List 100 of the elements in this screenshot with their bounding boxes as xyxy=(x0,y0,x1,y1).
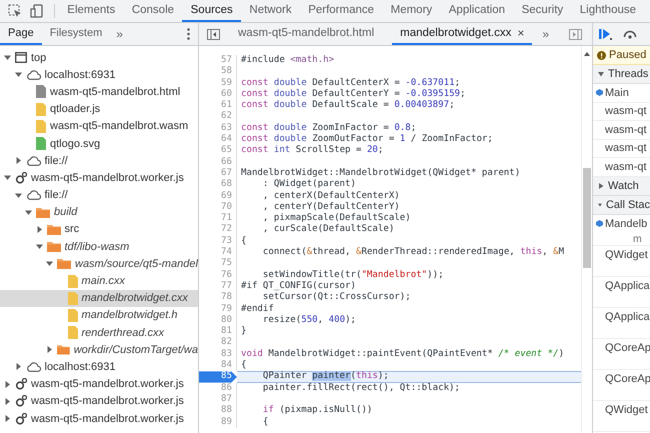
debugger-list-item[interactable]: QApplica xyxy=(593,308,650,338)
expanded-arrow-icon[interactable] xyxy=(14,71,22,78)
cloud-icon xyxy=(26,362,40,372)
current-marker-icon xyxy=(596,89,602,96)
tree-item[interactable]: wasm-qt5-mandelbrot.html xyxy=(0,83,198,101)
code-line: , centerY(DefaultCenterY) xyxy=(262,202,401,213)
line-number: 81 xyxy=(199,326,237,338)
panel-tab[interactable]: Console xyxy=(124,0,182,22)
debugger-list-item[interactable]: QCoreAp xyxy=(593,370,650,400)
line-number: 89 xyxy=(199,416,237,428)
tree-item[interactable]: wasm-qt5-mandelbrot.wasm xyxy=(0,118,198,135)
section-header[interactable]: Call Stac xyxy=(593,196,650,214)
line-number: 78 xyxy=(199,292,237,304)
close-tab-button[interactable]: × xyxy=(517,26,524,40)
tree-item[interactable]: wasm-qt5-mandelbrot.worker.js xyxy=(0,392,198,410)
code-line: setWindowTitle(tr("Mandelbrot")); xyxy=(262,270,445,281)
file-tab[interactable]: mandelbrotwidget.cxx × xyxy=(392,23,532,45)
tree-item[interactable]: mandelbrotwidget.cxx xyxy=(0,290,198,307)
device-toolbar-icon[interactable] xyxy=(30,4,44,18)
expanded-arrow-icon[interactable] xyxy=(4,54,11,62)
tree-item[interactable]: tdf/libo-wasm xyxy=(0,238,198,256)
expanded-arrow-icon[interactable] xyxy=(46,260,53,268)
tree-item[interactable]: main.cxx xyxy=(0,272,198,290)
debugger-list-item[interactable]: wasm-qt xyxy=(593,102,650,121)
more-options-icon[interactable] xyxy=(187,28,190,40)
more-tabs-button[interactable]: » xyxy=(110,23,129,45)
debugger-list-item[interactable]: QCoreAp xyxy=(593,338,650,370)
collapsed-arrow-icon[interactable] xyxy=(36,226,42,233)
tree-item[interactable]: wasm-qt5-mandelbrot.worker.js xyxy=(0,410,198,428)
tree-item[interactable]: localhost:6931 xyxy=(0,66,198,84)
scrollbar-thumb[interactable] xyxy=(583,168,591,268)
debugger-list-item[interactable]: wasm-qt xyxy=(593,121,650,140)
more-tabs-button[interactable]: » xyxy=(542,23,550,45)
toggle-navigator-icon[interactable] xyxy=(207,28,220,40)
expanded-arrow-icon[interactable] xyxy=(36,243,42,250)
tree-item[interactable]: file:// xyxy=(0,186,198,204)
collapsed-arrow-icon[interactable] xyxy=(14,157,22,164)
file-tab[interactable]: wasm-qt5-mandelbrot.html xyxy=(230,23,382,45)
code-line: , pixmapScale(DefaultScale) xyxy=(262,213,412,224)
expanded-arrow-icon[interactable] xyxy=(4,174,11,182)
line-number: 69 xyxy=(199,190,237,202)
line-number: 72 xyxy=(199,224,237,236)
folder-icon xyxy=(46,224,60,235)
panel-tab[interactable]: Memory xyxy=(382,0,440,22)
code-line: { xyxy=(240,360,248,372)
tree-item[interactable]: localhost:6931 xyxy=(0,358,198,376)
paused-message: Paused xyxy=(609,49,646,61)
step-over-icon[interactable] xyxy=(623,29,637,39)
expanded-arrow-icon[interactable] xyxy=(25,208,32,216)
resume-icon[interactable] xyxy=(599,28,613,40)
panel-tab[interactable]: Security xyxy=(513,0,572,22)
code-line: if (pixmap.isNull()) xyxy=(262,405,374,416)
panel-tab[interactable]: Network xyxy=(241,0,300,22)
navigator-tab[interactable]: Filesystem xyxy=(42,23,110,45)
line-number: 77 xyxy=(199,280,237,292)
tree-item[interactable]: workdir/CustomTarget/wa xyxy=(0,341,198,358)
tree-item[interactable]: wasm-qt5-mandelbrot.worker.js xyxy=(0,376,198,393)
code-line: painter.fillRect(rect(), Qt::black); xyxy=(262,382,461,394)
tree-item[interactable]: wasm/source/qt5-mandel xyxy=(0,255,198,272)
collapsed-arrow-icon[interactable] xyxy=(4,380,11,388)
expanded-arrow-icon[interactable] xyxy=(14,192,22,199)
panel-tab[interactable]: Elements xyxy=(59,0,124,22)
section-header[interactable]: Watch xyxy=(593,176,650,196)
debugger-list-item[interactable]: QWidget xyxy=(593,246,650,276)
navigator-tab[interactable]: Page xyxy=(0,23,42,45)
tree-item[interactable]: src xyxy=(0,220,198,238)
file-icon xyxy=(68,274,78,288)
collapsed-arrow-icon[interactable] xyxy=(14,363,22,370)
scrollbar[interactable] xyxy=(581,46,592,433)
line-number: 79 xyxy=(199,304,237,315)
gear-icon xyxy=(15,395,27,408)
code-line: #include <math.h> xyxy=(240,55,336,66)
debugger-list-item[interactable]: QApplica xyxy=(593,276,650,308)
folder-icon xyxy=(57,258,71,270)
toggle-debugger-icon[interactable] xyxy=(569,28,582,40)
panel-tab[interactable]: Application xyxy=(440,0,514,22)
collapsed-arrow-icon[interactable] xyxy=(4,398,11,405)
tree-item[interactable]: wasm-qt5-mandelbrot.worker.js xyxy=(0,169,198,186)
file-icon xyxy=(68,308,78,322)
debugger-list-item[interactable]: wasm-qt xyxy=(593,140,650,158)
collapsed-arrow-icon[interactable] xyxy=(4,415,11,422)
line-number: 63 xyxy=(199,122,237,134)
line-number: 87 xyxy=(199,394,237,406)
tree-item[interactable]: build xyxy=(0,204,198,221)
tree-item[interactable]: mandelbrotwidget.h xyxy=(0,306,198,324)
inspect-icon[interactable] xyxy=(8,4,22,18)
debugger-list-item[interactable]: QWidget xyxy=(593,400,650,432)
tree-item[interactable]: qtloader.js xyxy=(0,100,198,118)
collapsed-arrow-icon[interactable] xyxy=(46,346,53,354)
line-number: 57 xyxy=(199,55,237,66)
line-number: 66 xyxy=(199,156,237,168)
panel-tab[interactable]: Performance xyxy=(300,0,382,22)
debugger-list-item[interactable]: Main xyxy=(593,84,650,102)
debugger-list-item[interactable]: Mandelb m xyxy=(593,214,650,246)
section-header[interactable]: Threads xyxy=(593,65,650,84)
tree-item[interactable]: qtlogo.svg xyxy=(0,134,198,152)
tree-item[interactable]: file:// xyxy=(0,152,198,170)
tree-item[interactable]: top xyxy=(0,49,198,66)
panel-tab[interactable]: Lighthouse xyxy=(571,0,644,22)
tree-item[interactable]: renderthread.cxx xyxy=(0,324,198,342)
